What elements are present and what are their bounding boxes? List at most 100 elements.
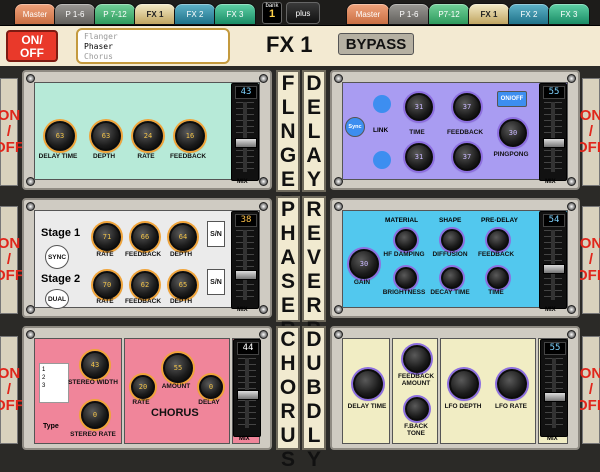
reverb-gain-knob[interactable]: 30 (349, 249, 379, 279)
delay-onoff-toggle[interactable]: ON/OFF (497, 91, 527, 107)
phaser-stage1-depth-knob[interactable]: 64 (169, 223, 197, 251)
tab-master-right[interactable]: Master (346, 3, 390, 25)
onoff-text: / (588, 123, 594, 140)
knob-label: FEEDBACK (446, 129, 484, 136)
mix-label: MIX (239, 436, 250, 442)
type-option[interactable]: 1 (42, 366, 66, 374)
reverb-onoff-button[interactable]: ON / OFF (576, 206, 600, 314)
tab-fx2-right[interactable]: FX 2 (508, 3, 550, 25)
fader-lcd: 38 (235, 214, 257, 227)
delay-time-knob[interactable]: 31 (405, 93, 433, 121)
reverb-brightness-knob[interactable] (395, 267, 417, 289)
flanger-mix-fader[interactable]: 43 (231, 83, 259, 181)
type-option[interactable]: 2 (42, 374, 66, 382)
phaser-stage2-rate-knob[interactable]: 70 (93, 271, 121, 299)
delay-link-top-indicator[interactable] (373, 95, 391, 113)
dubdly-lfo-rate-knob[interactable] (497, 369, 527, 399)
phaser-stage1-feedback-knob[interactable]: 66 (131, 223, 159, 251)
phaser-stage2-sn-button[interactable]: S/N (207, 269, 225, 295)
master-onoff-button[interactable]: ON/ OFF (6, 30, 58, 62)
knob-label: RATE (137, 153, 155, 160)
chorus-delay-knob[interactable]: 0 (199, 375, 223, 399)
fader-handle[interactable] (544, 392, 566, 402)
fx-option-chorus[interactable]: Chorus (84, 52, 222, 62)
flanger-rate-knob[interactable]: 24 (133, 121, 163, 151)
flanger-depth-knob[interactable]: 63 (91, 121, 121, 151)
reverb-feedback-knob[interactable] (487, 229, 509, 251)
knob-value: 16 (185, 132, 195, 140)
knob-label: LFO DEPTH (444, 403, 482, 410)
tab-p7-12-right[interactable]: P7-12 (428, 3, 470, 25)
phaser-stage2-feedback-knob[interactable]: 62 (131, 271, 159, 299)
tab-fx1-left[interactable]: FX 1 (134, 3, 176, 25)
tab-fx3-right[interactable]: FX 3 (548, 3, 590, 25)
phaser-stage1-rate-knob[interactable]: 71 (93, 223, 121, 251)
fader-track (243, 230, 247, 300)
tab-p1-6-right[interactable]: P 1-6 (388, 3, 430, 25)
fader-handle[interactable] (543, 264, 565, 274)
chorus-rate-knob[interactable]: 20 (131, 375, 155, 399)
onoff-text: OFF (0, 139, 24, 156)
chorus-rack: 1 2 3 Type 43 STEREO WIDTH 0 STEREO RATE… (22, 326, 272, 450)
fx-option-phaser[interactable]: Phaser (84, 42, 222, 52)
delay-link-bottom-indicator[interactable] (373, 151, 391, 169)
dubdly-mix-fader[interactable]: 55 (540, 339, 568, 437)
tab-p7-12-left[interactable]: P 7-12 (94, 3, 136, 25)
phaser-stage1-sn-button[interactable]: S/N (207, 221, 225, 247)
fader-handle[interactable] (235, 138, 257, 148)
dubdly-feedback-amount-knob[interactable] (403, 345, 431, 373)
bank-selector[interactable]: bank 1 (262, 2, 282, 24)
flanger-feedback-knob[interactable]: 16 (175, 121, 205, 151)
tab-p1-6-left[interactable]: P 1-6 (54, 3, 96, 25)
flanger-onoff-button[interactable]: ON / OFF (0, 78, 24, 186)
delay-time-2-knob[interactable]: 31 (405, 143, 433, 171)
reverb-diffusion-knob[interactable] (441, 229, 463, 251)
phaser-dual-button[interactable]: DUAL (45, 289, 69, 309)
dubdly-fback-tone-knob[interactable] (405, 397, 429, 421)
phaser-stage2-depth-knob[interactable]: 65 (169, 271, 197, 299)
fx-type-list[interactable]: Flanger Phaser Chorus (76, 28, 230, 64)
name-letter: R (306, 294, 322, 317)
reverb-hf-damping-knob[interactable] (395, 229, 417, 251)
delay-feedback-knob[interactable]: 37 (453, 93, 481, 121)
fader-handle[interactable] (237, 390, 259, 400)
delay-feedback-2-knob[interactable]: 37 (453, 143, 481, 171)
tab-fx2-left[interactable]: FX 2 (174, 3, 216, 25)
flanger-delay-time-knob[interactable]: 63 (45, 121, 75, 151)
fader-handle[interactable] (235, 270, 257, 280)
chorus-amount-knob[interactable]: 55 (163, 353, 193, 383)
delay-pingpong-knob[interactable]: 30 (499, 119, 527, 147)
type-option[interactable]: 3 (42, 382, 66, 390)
tab-master-left[interactable]: Master (14, 3, 56, 25)
delay-mix-fader[interactable]: 55 (539, 83, 567, 181)
delay-onoff-button[interactable]: ON / OFF (576, 78, 600, 186)
fader-handle[interactable] (543, 138, 565, 148)
dubdly-onoff-button[interactable]: ON / OFF (576, 336, 600, 444)
dubdly-lfo-depth-knob[interactable] (449, 369, 479, 399)
screw (567, 202, 576, 211)
delay-sync-button[interactable]: Sync (345, 117, 365, 137)
plus-button[interactable]: plus (286, 2, 320, 24)
bypass-button[interactable]: BYPASS (338, 33, 414, 55)
name-letter: F (281, 72, 295, 95)
phaser-name-strip: P H A S E R (276, 196, 300, 341)
tab-fx1-right[interactable]: FX 1 (468, 3, 510, 25)
chorus-stereo-rate-knob[interactable]: 0 (81, 401, 109, 429)
dubdly-name-strip: D U B D L Y (302, 326, 326, 471)
tab-fx3-left[interactable]: FX 3 (214, 3, 256, 25)
phaser-onoff-button[interactable]: ON / OFF (0, 206, 24, 314)
reverb-decay-time-knob[interactable] (441, 267, 463, 289)
screw (259, 74, 268, 83)
reverb-time-knob[interactable] (487, 267, 509, 289)
chorus-onoff-button[interactable]: ON / OFF (0, 336, 24, 444)
reverb-mix-fader[interactable]: 54 (539, 211, 567, 309)
phaser-sync-button[interactable]: SYNC (45, 245, 69, 269)
chorus-type-list[interactable]: 1 2 3 (39, 363, 69, 403)
dubdly-delay-time-knob[interactable] (353, 369, 383, 399)
name-letter: D (306, 72, 322, 95)
chorus-stereo-width-knob[interactable]: 43 (81, 351, 109, 379)
phaser-rack: Stage 1 SYNC Stage 2 DUAL 71 RATE 66 FEE… (22, 198, 272, 318)
fx-option-flanger[interactable]: Flanger (84, 32, 222, 42)
chorus-mix-fader[interactable]: 44 (233, 339, 261, 437)
phaser-mix-fader[interactable]: 38 (231, 211, 259, 309)
